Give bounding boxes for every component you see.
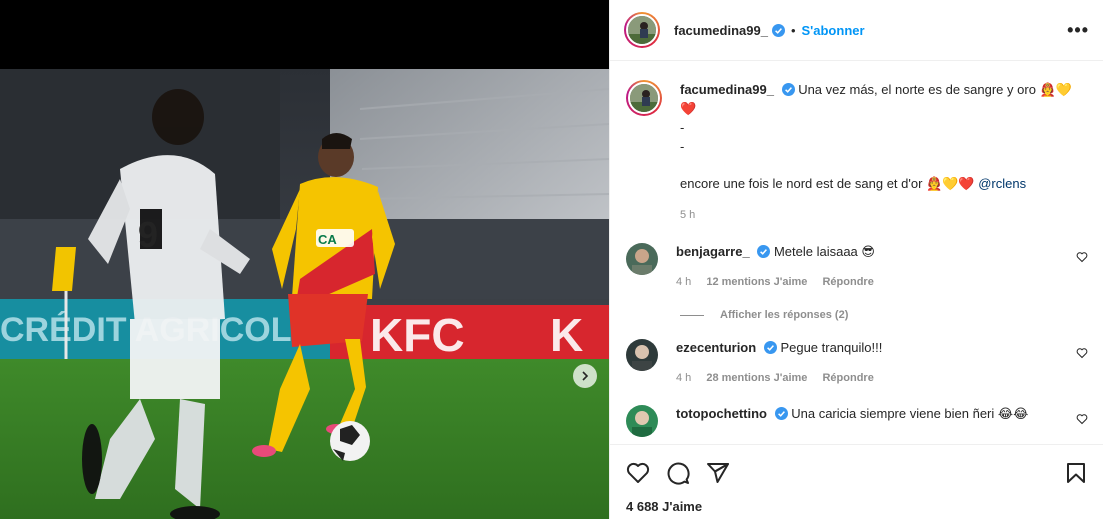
comments-list[interactable]: facumedina99_ Una vez más, el norte es d… <box>610 62 1103 444</box>
likes-count[interactable]: 4 688 J'aime <box>626 499 1088 514</box>
post-media: CRÉDIT AGRICOLE KFC K 9 CA <box>0 0 609 519</box>
svg-text:K: K <box>550 309 583 361</box>
reply-button[interactable]: Répondre <box>822 372 873 384</box>
caption-text-fr: encore une fois le nord est de sang et d… <box>680 176 975 191</box>
comment-item: ezecenturion Pegue tranquilo!!! 4 h 28 m… <box>626 339 1088 387</box>
caption-line-1: facumedina99_ Una vez más, el norte es d… <box>680 80 1080 99</box>
svg-text:KFC: KFC <box>370 309 465 361</box>
next-image-button[interactable] <box>573 364 597 388</box>
comment-time: 4 h <box>676 276 692 288</box>
comment-body: totopochettino Una caricia siempre viene… <box>676 405 1076 437</box>
comment-text: Metele laisaaa 😎 <box>773 244 875 259</box>
caption-text-es: Una vez más, el norte es de sangre y oro… <box>798 82 1072 97</box>
post-caption: facumedina99_ Una vez más, el norte es d… <box>626 62 1088 225</box>
bookmark-icon[interactable] <box>1064 461 1088 485</box>
commenter-username[interactable]: ezecenturion <box>676 340 756 355</box>
caption-timestamp: 5 h <box>680 209 696 221</box>
reply-button[interactable]: Répondre <box>822 276 873 288</box>
post-dialog: CRÉDIT AGRICOLE KFC K 9 CA facumedina99_… <box>0 0 1103 519</box>
follow-button[interactable]: S'abonner <box>802 23 865 38</box>
post-actions: 4 688 J'aime <box>610 444 1103 519</box>
chevron-right-icon <box>582 371 589 381</box>
svg-text:9: 9 <box>138 214 158 255</box>
caption-username[interactable]: facumedina99_ <box>680 82 774 97</box>
comment-like-icon[interactable] <box>1076 251 1088 263</box>
replies-divider <box>680 314 704 316</box>
comment-body: benjagarre_ Metele laisaaa 😎 4 h 12 ment… <box>676 243 1076 291</box>
commenter-avatar[interactable] <box>626 339 658 371</box>
comment-item: benjagarre_ Metele laisaaa 😎 4 h 12 ment… <box>626 243 1088 291</box>
share-icon[interactable] <box>706 461 730 485</box>
caption-heart-emoji: ❤️ <box>680 101 697 116</box>
heart-icon[interactable] <box>626 461 650 485</box>
svg-text:CA: CA <box>318 232 337 247</box>
author-username[interactable]: facumedina99_ <box>674 23 768 38</box>
verified-badge-icon <box>757 245 771 258</box>
more-options-icon[interactable]: ••• <box>1067 20 1089 41</box>
caption-line-fr: encore une fois le nord est de sang et d… <box>680 174 1080 193</box>
post-sidebar: facumedina99_ • S'abonner ••• facumedina… <box>609 0 1103 519</box>
comment-likes[interactable]: 12 mentions J'aime <box>706 276 807 288</box>
comment-like-icon[interactable] <box>1076 347 1088 359</box>
verified-badge-icon <box>781 83 795 96</box>
commenter-username[interactable]: totopochettino <box>676 406 767 421</box>
verified-badge-icon <box>771 23 785 37</box>
comment-meta: 4 h 12 mentions J'aime Répondre <box>676 273 1076 291</box>
mention-link[interactable]: @rclens <box>978 176 1026 191</box>
post-photo[interactable]: CRÉDIT AGRICOLE KFC K 9 CA <box>0 69 609 519</box>
comment-time: 4 h <box>676 372 692 384</box>
comment-body: ezecenturion Pegue tranquilo!!! 4 h 28 m… <box>676 339 1076 387</box>
caption-dash: - <box>680 139 685 154</box>
comment-text: Una caricia siempre viene bien ñeri 😂😂 <box>791 406 1029 421</box>
post-header: facumedina99_ • S'abonner ••• <box>610 0 1103 61</box>
comment-likes[interactable]: 28 mentions J'aime <box>706 372 807 384</box>
avatar-image <box>628 82 660 114</box>
avatar-image <box>626 14 658 46</box>
commenter-avatar[interactable] <box>626 405 658 437</box>
action-bar <box>626 445 1088 501</box>
caption-dash: - <box>680 120 685 135</box>
commenter-avatar[interactable] <box>626 243 658 275</box>
verified-badge-icon <box>774 407 788 420</box>
caption-body: facumedina99_ Una vez más, el norte es d… <box>680 80 1080 225</box>
view-replies-button[interactable]: Afficher les réponses (2) <box>680 309 1088 321</box>
commenter-username[interactable]: benjagarre_ <box>676 244 750 259</box>
author-avatar[interactable] <box>624 12 660 48</box>
comment-like-icon[interactable] <box>1076 413 1088 425</box>
comment-meta: 4 h 28 mentions J'aime Répondre <box>676 369 1076 387</box>
view-replies-label: Afficher les réponses (2) <box>720 309 849 321</box>
comment-text: Pegue tranquilo!!! <box>780 340 883 355</box>
verified-badge-icon <box>763 341 777 354</box>
caption-author-avatar[interactable] <box>626 80 662 116</box>
comment-item: totopochettino Una caricia siempre viene… <box>626 405 1088 437</box>
separator-dot: • <box>790 22 796 38</box>
comment-icon[interactable] <box>666 461 690 485</box>
